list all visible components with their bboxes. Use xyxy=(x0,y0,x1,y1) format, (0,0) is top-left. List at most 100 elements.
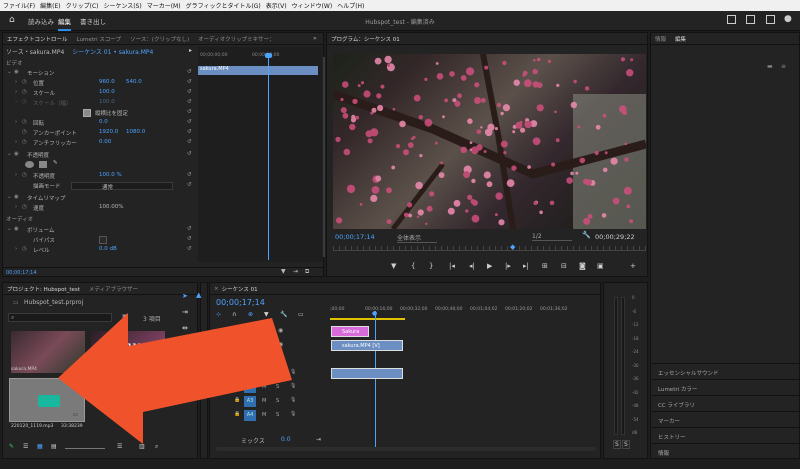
playhead-handle[interactable]: ● xyxy=(372,310,377,317)
step-back-icon[interactable]: ◂| xyxy=(469,262,475,270)
reset-motion-icon[interactable]: ↺ xyxy=(187,69,192,75)
extract-icon[interactable]: ⊟ xyxy=(561,262,567,270)
lock-icon[interactable]: 🔒 xyxy=(234,341,240,347)
solo-icon[interactable]: S xyxy=(276,384,279,390)
stopwatch-icon[interactable]: ◷ xyxy=(22,89,27,95)
mini-playhead[interactable] xyxy=(268,55,269,260)
write-protect-icon[interactable]: ✎ xyxy=(9,443,14,450)
stopwatch-icon[interactable]: ◷ xyxy=(22,246,27,252)
ripple-edit-tool[interactable]: ⇹ xyxy=(182,324,188,332)
program-scrubber[interactable] xyxy=(333,246,646,251)
eye-icon[interactable]: ◉ xyxy=(278,327,283,334)
new-bin-icon[interactable]: ▣ xyxy=(122,313,128,320)
lock-icon[interactable]: 🔒 xyxy=(234,327,240,333)
panel-menu-icon[interactable]: » xyxy=(313,35,317,42)
export-icon[interactable] xyxy=(727,15,736,24)
mini-timeline-scrollbar[interactable] xyxy=(323,57,325,257)
timeline-clip[interactable]: sakura.MP4 [V] xyxy=(331,340,403,351)
automate-icon[interactable]: ▥ xyxy=(139,443,145,450)
mini-clip[interactable]: sakura.MP4 xyxy=(198,66,318,75)
stopwatch-icon[interactable]: ◷ xyxy=(22,139,27,145)
fx-eye-icon[interactable]: ◉ xyxy=(14,194,19,200)
mark-in-icon[interactable]: { xyxy=(411,262,415,270)
sort-icon[interactable]: ☰ xyxy=(117,443,122,450)
linked-select-icon[interactable]: ⊗ xyxy=(248,311,253,318)
play-clip-icon[interactable]: ▸ xyxy=(189,47,192,54)
blend-mode-select[interactable]: 通常 xyxy=(71,182,173,191)
fx-eye-icon[interactable]: ◉ xyxy=(14,69,19,75)
lock-icon[interactable]: 🔒 xyxy=(234,355,240,361)
project-item-name[interactable]: 220120_1119.mp3 xyxy=(11,424,53,429)
reset-level-icon[interactable]: ↺ xyxy=(187,246,192,252)
tab-lumetri-scopes[interactable]: Lumetri スコープ xyxy=(77,35,122,43)
menu-item[interactable]: シーケンス(S) xyxy=(104,1,142,10)
track-label[interactable]: V1 xyxy=(244,354,256,365)
resolution-select[interactable]: 1/2 xyxy=(532,233,572,241)
mute-icon[interactable]: M xyxy=(262,398,266,404)
right-panel-item[interactable]: ヒストリー xyxy=(651,427,800,443)
uniform-scale-checkbox[interactable] xyxy=(83,109,91,117)
account-icon[interactable]: ● xyxy=(784,14,792,24)
lock-icon[interactable]: 🔒 xyxy=(234,411,240,417)
microphone-icon[interactable]: 🎙 xyxy=(290,383,296,389)
razor-tool[interactable]: ◇ xyxy=(182,340,187,348)
reset-opacity-icon[interactable]: ↺ xyxy=(187,172,192,178)
track-label[interactable]: A4 xyxy=(244,410,256,421)
position-y-value[interactable]: 540.0 xyxy=(126,79,142,85)
menu-item[interactable]: 編集(E) xyxy=(40,1,60,10)
mute-icon[interactable]: M xyxy=(262,384,266,390)
right-panel-item[interactable]: マーカー xyxy=(651,411,800,427)
work-area-bar[interactable] xyxy=(330,318,405,320)
icon-view-icon[interactable]: ▦ xyxy=(37,443,43,450)
export-frame-icon[interactable]: ⇥ xyxy=(293,268,298,275)
list-view-icon[interactable]: ☰ xyxy=(23,443,28,450)
mini-playhead-handle[interactable] xyxy=(265,53,272,58)
project-item-name[interactable]: シーケンス 01 xyxy=(91,367,120,373)
camera-icon[interactable]: ◙ xyxy=(579,262,586,270)
tab-sequence[interactable]: シーケンス 01 xyxy=(222,285,258,293)
reset-rotation-icon[interactable]: ↺ xyxy=(187,119,192,125)
sequence-clip-label[interactable]: シーケンス 01 • sakura.MP4 xyxy=(72,49,153,56)
reset-flicker-icon[interactable]: ↺ xyxy=(187,139,192,145)
eye-icon[interactable]: ◉ xyxy=(278,341,283,348)
opacity-value[interactable]: 100.0 % xyxy=(99,172,122,178)
track-label[interactable]: A1 xyxy=(244,368,256,379)
add-button-icon[interactable]: + xyxy=(630,262,636,270)
stopwatch-icon[interactable]: ◷ xyxy=(22,172,27,178)
reset-opacity-section-icon[interactable]: ↺ xyxy=(187,151,192,157)
go-to-in-icon[interactable]: |◂ xyxy=(449,262,455,270)
nest-icon[interactable]: ⊹ xyxy=(216,311,221,318)
ellipse-mask-icon[interactable] xyxy=(25,161,34,168)
speed-value[interactable]: 100.00% xyxy=(99,204,123,210)
right-panel-item[interactable]: 情報 xyxy=(651,443,800,459)
timeline-scrollbar[interactable] xyxy=(216,447,596,451)
lock-icon[interactable]: 🔒 xyxy=(234,397,240,403)
level-value[interactable]: 0.0 dB xyxy=(99,246,117,252)
compare-icon[interactable]: ▣ xyxy=(597,262,604,270)
microphone-icon[interactable]: 🎙 xyxy=(290,369,296,375)
mute-icon[interactable]: M xyxy=(262,370,266,376)
mute-icon[interactable]: M xyxy=(262,412,266,418)
captions-icon[interactable]: ▭ xyxy=(298,311,304,318)
lift-icon[interactable]: ⊞ xyxy=(542,262,548,270)
toggle-sync-icon[interactable]: ▭ xyxy=(262,327,268,334)
mark-out-icon[interactable]: } xyxy=(429,262,433,270)
toggle-sync-icon[interactable]: ▭ xyxy=(262,341,268,348)
timeline-clip[interactable] xyxy=(331,368,403,379)
lock-icon[interactable]: 🔒 xyxy=(234,383,240,389)
pen-mask-icon[interactable]: ✎ xyxy=(53,160,58,166)
fit-select[interactable]: 全体表示 xyxy=(397,233,437,243)
microphone-icon[interactable]: 🎙 xyxy=(290,397,296,403)
solo-icon[interactable]: S xyxy=(276,398,279,404)
lock-icon[interactable]: 🔒 xyxy=(234,369,240,375)
settings-wrench-icon[interactable]: 🔧 xyxy=(582,231,591,239)
stopwatch-icon[interactable]: ◷ xyxy=(22,129,27,135)
source-clip-label[interactable]: ソース・sakura.MP4 xyxy=(6,49,64,56)
track-label[interactable]: V2 xyxy=(244,340,256,351)
freeform-view-icon[interactable]: ▤ xyxy=(51,443,57,450)
right-panel-item[interactable]: エッセンシャルサウンド xyxy=(651,363,800,379)
solo-icon[interactable]: S xyxy=(276,412,279,418)
menu-item[interactable]: ファイル(F) xyxy=(3,1,35,10)
reset-scale-width-icon[interactable]: ↺ xyxy=(187,99,192,105)
flicker-value[interactable]: 0.00 xyxy=(99,139,111,145)
